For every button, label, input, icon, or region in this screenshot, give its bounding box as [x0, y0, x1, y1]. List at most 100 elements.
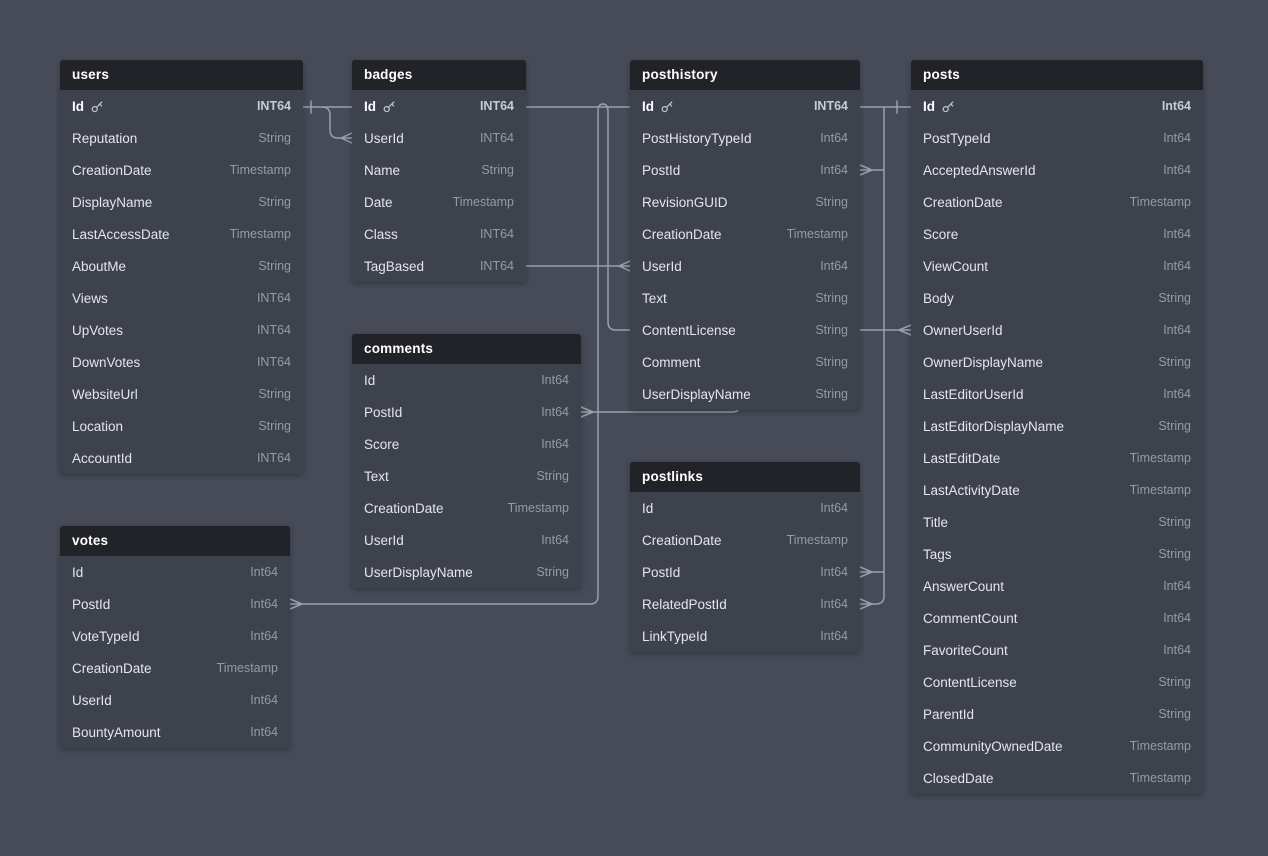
- field-row: PostIdInt64: [630, 556, 860, 588]
- field-name: AboutMe: [72, 259, 126, 274]
- field-row: Score Int64: [352, 428, 581, 460]
- field-name: UpVotes: [72, 323, 123, 338]
- table-card-posthistory[interactable]: posthistoryIdINT64PostHistoryTypeIdInt64…: [630, 60, 860, 410]
- field-type: String: [1158, 547, 1191, 561]
- field-type: Timestamp: [1130, 195, 1191, 209]
- field-row: AnswerCountInt64: [911, 570, 1203, 602]
- field-type: String: [1158, 515, 1191, 529]
- table-title: comments: [352, 334, 581, 364]
- table-title: votes: [60, 526, 290, 556]
- field-type: String: [258, 131, 291, 145]
- field-type: String: [258, 387, 291, 401]
- field-type: String: [1158, 291, 1191, 305]
- table-card-badges[interactable]: badgesIdINT64UserIdINT64NameStringDateTi…: [352, 60, 526, 282]
- table-card-posts[interactable]: postsIdInt64PostTypeIdInt64AcceptedAnswe…: [911, 60, 1203, 794]
- field-name: UserId: [364, 533, 404, 548]
- field-row: UserIdInt64: [630, 250, 860, 282]
- table-title: posthistory: [630, 60, 860, 90]
- table-title: posts: [911, 60, 1203, 90]
- field-row: LinkTypeId Int64: [630, 620, 860, 652]
- field-name: Score: [364, 437, 399, 452]
- field-name: Name: [364, 163, 400, 178]
- field-name: ContentLicense: [642, 323, 736, 338]
- field-name: CommentCount: [923, 611, 1018, 626]
- field-row: Text String: [630, 282, 860, 314]
- field-type: Int64: [541, 405, 569, 419]
- field-name: LastEditorUserId: [923, 387, 1024, 402]
- field-row: ScoreInt64: [911, 218, 1203, 250]
- field-name: Tags: [923, 547, 952, 562]
- field-type: String: [536, 469, 569, 483]
- field-row: NameString: [352, 154, 526, 186]
- field-row: ClassINT64: [352, 218, 526, 250]
- field-type: Int64: [820, 629, 848, 643]
- field-row: ViewsINT64: [60, 282, 303, 314]
- field-row: FavoriteCountInt64: [911, 634, 1203, 666]
- field-type: Timestamp: [230, 163, 291, 177]
- field-row: CommentCountInt64: [911, 602, 1203, 634]
- field-type: INT64: [257, 355, 291, 369]
- field-type: String: [815, 291, 848, 305]
- field-type: String: [1158, 675, 1191, 689]
- table-card-users[interactable]: usersIdINT64ReputationStringCreationDate…: [60, 60, 303, 474]
- field-type: Timestamp: [230, 227, 291, 241]
- table-card-votes[interactable]: votesIdInt64PostIdInt64VoteTypeIdInt64Cr…: [60, 526, 290, 748]
- field-type: INT64: [257, 451, 291, 465]
- field-type: Int64: [1163, 323, 1191, 337]
- field-name: UserId: [642, 259, 682, 274]
- field-type: String: [1158, 355, 1191, 369]
- field-row: CreationDate Timestamp: [911, 186, 1203, 218]
- field-name: CreationDate: [923, 195, 1003, 210]
- field-type: String: [258, 195, 291, 209]
- field-type: String: [815, 387, 848, 401]
- field-name: UserId: [72, 693, 112, 708]
- field-name: AccountId: [72, 451, 132, 466]
- field-name: LinkTypeId: [642, 629, 707, 644]
- field-row: ReputationString: [60, 122, 303, 154]
- field-name: Text: [642, 291, 667, 306]
- field-row: ParentIdString: [911, 698, 1203, 730]
- field-name: Id: [923, 99, 935, 114]
- field-row: UserDisplayName String: [630, 378, 860, 410]
- field-type: Int64: [1163, 163, 1191, 177]
- field-name: AnswerCount: [923, 579, 1004, 594]
- field-row: RelatedPostIdInt64: [630, 588, 860, 620]
- field-name: FavoriteCount: [923, 643, 1008, 658]
- table-card-postlinks[interactable]: postlinksIdInt64CreationDateTimestampPos…: [630, 462, 860, 652]
- field-name: WebsiteUrl: [72, 387, 138, 402]
- field-type: INT64: [480, 99, 514, 113]
- field-row: IdInt64: [911, 90, 1203, 122]
- field-name: Title: [923, 515, 948, 530]
- field-type: String: [1158, 419, 1191, 433]
- field-row: DownVotes INT64: [60, 346, 303, 378]
- field-name: VoteTypeId: [72, 629, 140, 644]
- table-title: badges: [352, 60, 526, 90]
- field-row: AccountId INT64: [60, 442, 303, 474]
- field-type: Timestamp: [1130, 739, 1191, 753]
- field-row: UserId Int64: [60, 684, 290, 716]
- field-type: Int64: [541, 373, 569, 387]
- field-name: DownVotes: [72, 355, 140, 370]
- field-type: Int64: [1163, 387, 1191, 401]
- field-type: Int64: [541, 533, 569, 547]
- table-card-comments[interactable]: commentsIdInt64PostIdInt64ScoreInt64Text…: [352, 334, 581, 588]
- field-row: PostHistoryTypeIdInt64: [630, 122, 860, 154]
- field-row: IdInt64: [60, 556, 290, 588]
- field-type: Timestamp: [787, 227, 848, 241]
- field-row: PostIdInt64: [352, 396, 581, 428]
- field-type: String: [1158, 707, 1191, 721]
- field-type: Int64: [541, 437, 569, 451]
- field-name: LastEditorDisplayName: [923, 419, 1064, 434]
- field-name: ViewCount: [923, 259, 988, 274]
- field-name: Body: [923, 291, 954, 306]
- field-type: INT64: [480, 227, 514, 241]
- field-name: PostId: [72, 597, 110, 612]
- field-row: UpVotesINT64: [60, 314, 303, 346]
- field-name: UserDisplayName: [642, 387, 751, 402]
- field-type: Int64: [250, 693, 278, 707]
- field-name: Date: [364, 195, 393, 210]
- field-name: LastEditDate: [923, 451, 1000, 466]
- field-type: String: [536, 565, 569, 579]
- field-row: CreationDateTimestamp: [60, 652, 290, 684]
- field-row: IdInt64: [352, 364, 581, 396]
